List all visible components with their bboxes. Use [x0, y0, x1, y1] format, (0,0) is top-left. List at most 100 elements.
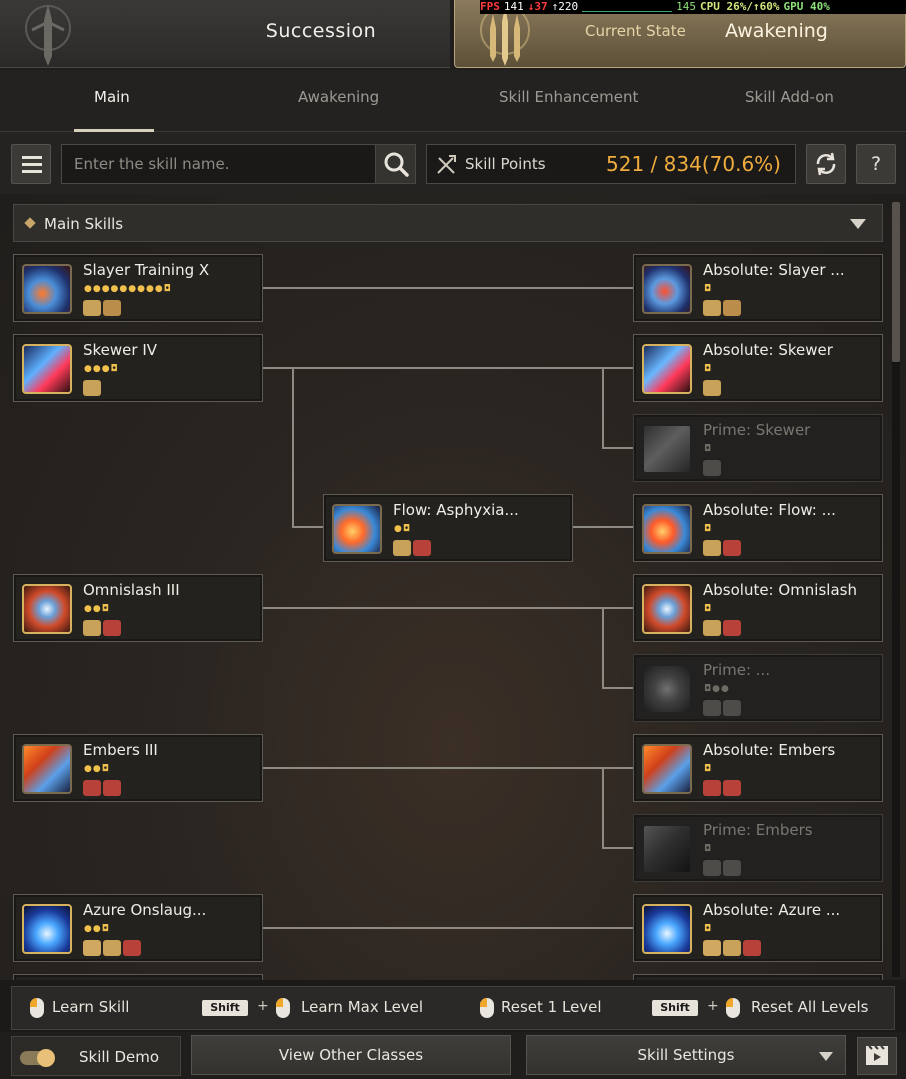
skill-level-pips: ●●◘	[84, 764, 110, 774]
scrollbar-thumb[interactable]	[892, 202, 900, 362]
absolute-omnislash-icon	[642, 584, 692, 634]
tag-icon	[703, 540, 721, 556]
crossed-swords-icon	[437, 155, 456, 174]
tag-icon	[723, 860, 741, 876]
prime-omnislash-icon	[642, 664, 692, 714]
main-skills-header[interactable]: Main Skills	[13, 204, 883, 242]
shift-key-icon: Shift	[202, 1000, 248, 1016]
skill-card-absolute-skewer[interactable]: Absolute: Skewer ◘	[633, 334, 883, 402]
skill-level-pips: ◘	[704, 284, 713, 294]
skill-card-absolute-embers[interactable]: Absolute: Embers ◘	[633, 734, 883, 802]
skill-tags	[703, 300, 741, 318]
skill-name: Prime: Embers	[703, 821, 813, 839]
skill-tags	[83, 380, 101, 398]
search-button[interactable]	[375, 145, 415, 183]
skill-card-prime-skewer[interactable]: Prime: Skewer ◘	[633, 414, 883, 482]
connector-line	[602, 687, 634, 689]
skill-tags	[703, 940, 761, 958]
diamond-icon	[24, 217, 36, 229]
hint-reset-one: Reset 1 Level	[501, 998, 602, 1016]
skill-tags	[83, 300, 121, 318]
tab-skill-enhancement[interactable]: Skill Enhancement	[499, 88, 638, 106]
succession-label: Succession	[265, 20, 377, 42]
fps-high: ↑220	[551, 0, 579, 13]
menu-button[interactable]	[11, 144, 51, 184]
skill-name: Absolute: Embers	[703, 741, 836, 759]
tag-icon	[123, 940, 141, 956]
absolute-embers-icon	[642, 744, 692, 794]
slayer-training-icon	[22, 264, 72, 314]
tag-icon	[703, 700, 721, 716]
performance-overlay: FPS 141 ↓37 ↑220 145 CPU 26%/↑60% GPU 40%	[480, 0, 906, 14]
skill-points-value: 521 / 834(70.6%)	[606, 152, 781, 176]
tab-succession[interactable]: Succession	[0, 0, 450, 68]
skill-card-embers[interactable]: Embers III ●●◘	[13, 734, 263, 802]
connector-line	[262, 287, 634, 289]
connector-line	[602, 447, 634, 449]
skill-card-flow-asphyxia[interactable]: Flow: Asphyxia... ●◘	[323, 494, 573, 562]
tag-icon	[83, 300, 101, 316]
connector-line	[262, 607, 634, 609]
skill-level-pips: ◘●●	[704, 684, 730, 694]
tag-icon	[103, 620, 121, 636]
scrollbar[interactable]	[892, 202, 900, 977]
tab-main[interactable]: Main	[94, 88, 130, 106]
connector-line	[572, 526, 634, 528]
mouse-left-icon	[276, 998, 290, 1018]
skill-name: Prime: ...	[703, 661, 771, 679]
refresh-button[interactable]	[806, 144, 846, 184]
skill-card-slayer-training[interactable]: Slayer Training X ●●●●●●●●●◘	[13, 254, 263, 322]
toggle-switch[interactable]	[20, 1049, 55, 1067]
skill-tags	[83, 620, 121, 638]
tag-icon	[703, 860, 721, 876]
plus-sign: +	[257, 998, 269, 1014]
control-hints: Learn Skill Shift + Learn Max Level Rese…	[11, 986, 895, 1030]
skill-card-prime-omnislash[interactable]: Prime: ... ◘●●	[633, 654, 883, 722]
skill-card-absolute-slayer[interactable]: Absolute: Slayer ... ◘	[633, 254, 883, 322]
skill-card-omnislash[interactable]: Omnislash III ●●◘	[13, 574, 263, 642]
flow-asphyxia-icon	[332, 504, 382, 554]
skill-level-pips: ◘	[704, 844, 713, 854]
tag-icon	[703, 780, 721, 796]
skill-demo-label: Skill Demo	[79, 1048, 160, 1066]
skill-card-partial[interactable]	[633, 974, 883, 980]
skill-card-absolute-azure[interactable]: Absolute: Azure ... ◘	[633, 894, 883, 962]
skill-card-absolute-flow[interactable]: Absolute: Flow: ... ◘	[633, 494, 883, 562]
skill-level-pips: ◘	[704, 764, 713, 774]
skill-tags	[703, 780, 741, 798]
skill-demo-toggle[interactable]: Skill Demo	[11, 1036, 181, 1076]
azure-onslaught-icon	[22, 904, 72, 954]
fps-value: 141	[503, 0, 524, 13]
connector-line	[292, 367, 294, 527]
plus-sign: +	[707, 998, 719, 1014]
skill-level-pips: ●◘	[394, 524, 411, 534]
skill-card-absolute-omnislash[interactable]: Absolute: Omnislash ◘	[633, 574, 883, 642]
absolute-slayer-icon	[642, 264, 692, 314]
tag-icon	[703, 380, 721, 396]
menu-icon	[22, 156, 42, 159]
tag-icon	[83, 380, 101, 396]
skill-tags	[83, 780, 121, 798]
help-button[interactable]: ?	[856, 144, 896, 184]
tag-icon	[723, 940, 741, 956]
skill-tags	[83, 940, 141, 958]
search-input[interactable]	[74, 153, 374, 175]
prime-skewer-icon	[642, 424, 692, 474]
skill-name: Slayer Training X	[83, 261, 210, 279]
skill-card-azure-onslaught[interactable]: Azure Onslaug... ●●◘	[13, 894, 263, 962]
video-button[interactable]	[857, 1037, 897, 1075]
tag-icon	[723, 780, 741, 796]
skill-card-partial[interactable]	[13, 974, 263, 980]
skill-settings-dropdown[interactable]: Skill Settings	[526, 1035, 846, 1075]
skill-card-skewer[interactable]: Skewer IV ●●●◘	[13, 334, 263, 402]
connector-line	[262, 767, 634, 769]
view-other-classes-button[interactable]: View Other Classes	[191, 1035, 511, 1075]
skill-card-prime-embers[interactable]: Prime: Embers ◘	[633, 814, 883, 882]
tag-icon	[703, 460, 721, 476]
succession-emblem-icon	[25, 4, 71, 66]
chevron-down-icon	[850, 219, 866, 229]
tab-awakening[interactable]: Awakening	[298, 88, 379, 106]
tag-icon	[103, 940, 121, 956]
tab-skill-addon[interactable]: Skill Add-on	[745, 88, 834, 106]
skill-tree-panel: Main Skills Slayer Training X ●●●●●●●●●◘…	[0, 194, 906, 980]
